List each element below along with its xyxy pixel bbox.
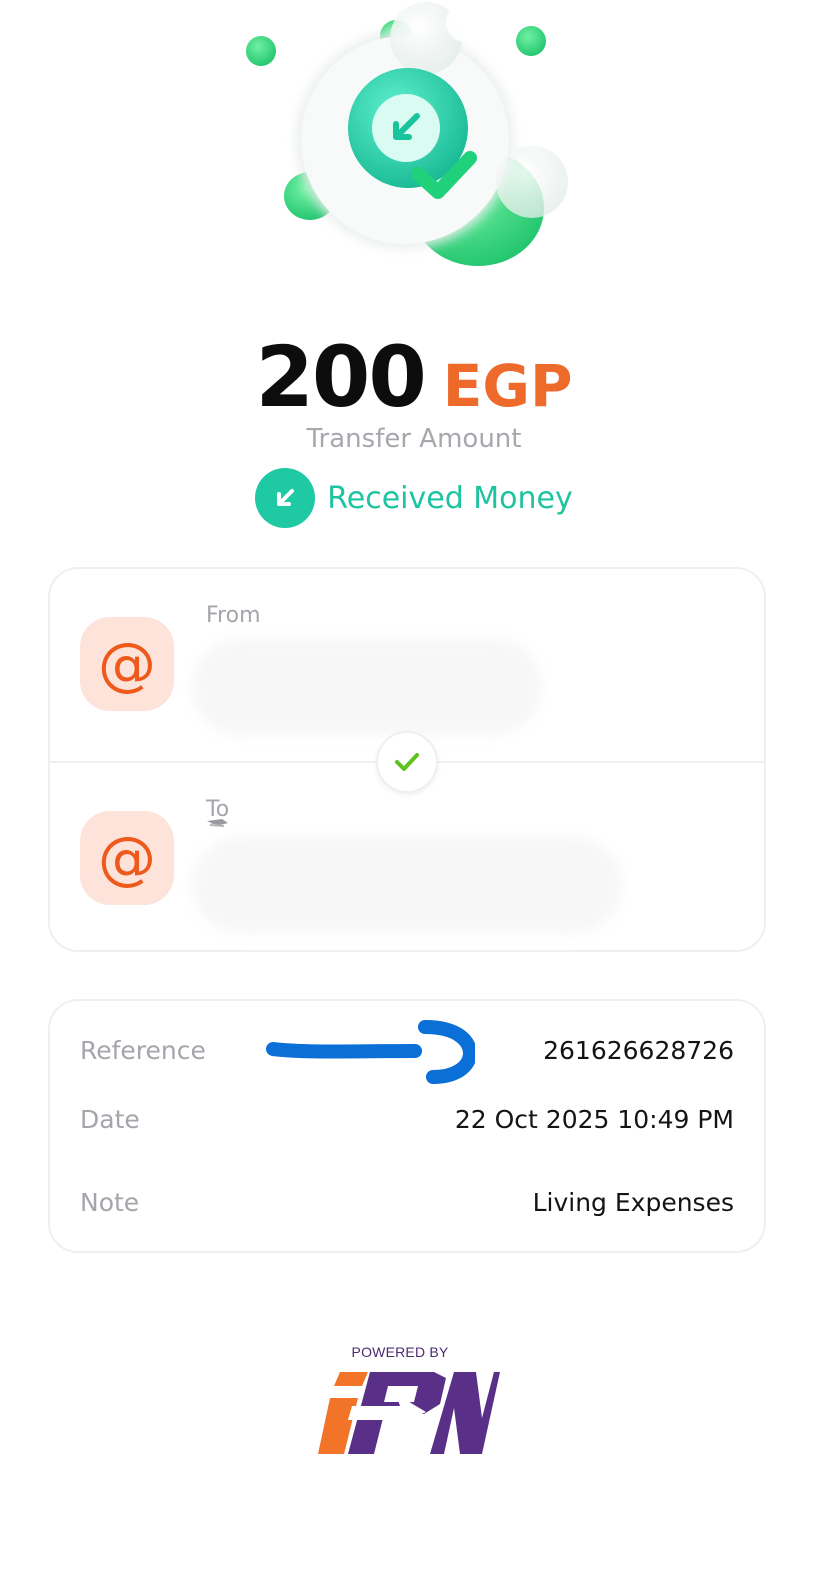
reference-label: Reference (80, 1036, 206, 1065)
check-icon (376, 731, 438, 793)
amount-currency: EGP (442, 352, 573, 420)
powered-by-label: POWERED BY (351, 1344, 449, 1360)
redacted-recipient (192, 837, 622, 933)
redacted-glyph (207, 819, 228, 827)
status-label: Received Money (327, 480, 573, 516)
transfer-parties-card: @ From @ To (48, 567, 766, 952)
note-row: Note Living Expenses (50, 1183, 764, 1223)
blue-arrow-annotation (266, 1020, 475, 1084)
note-value: Living Expenses (532, 1188, 734, 1217)
amount-caption: Transfer Amount (306, 424, 522, 454)
from-label: From (206, 603, 261, 628)
transfer-status: Received Money (0, 468, 828, 528)
at-sign-icon: @ (80, 811, 174, 905)
redacted-sender (192, 639, 542, 735)
transfer-amount: 200 EGP (0, 328, 828, 426)
ipn-logo (318, 1372, 500, 1454)
date-value: 22 Oct 2025 10:49 PM (454, 1105, 734, 1134)
date-row: Date 22 Oct 2025 10:49 PM (50, 1100, 764, 1140)
date-label: Date (80, 1105, 140, 1134)
amount-value: 200 (255, 328, 426, 426)
note-label: Note (80, 1188, 140, 1217)
transfer-details-card: Reference 261626628726 Date 22 Oct 2025 … (48, 999, 766, 1253)
arrow-down-left-icon (255, 468, 316, 528)
reference-value[interactable]: 261626628726 (543, 1031, 734, 1071)
received-money-illustration (230, 0, 590, 300)
at-sign-icon: @ (80, 617, 174, 711)
